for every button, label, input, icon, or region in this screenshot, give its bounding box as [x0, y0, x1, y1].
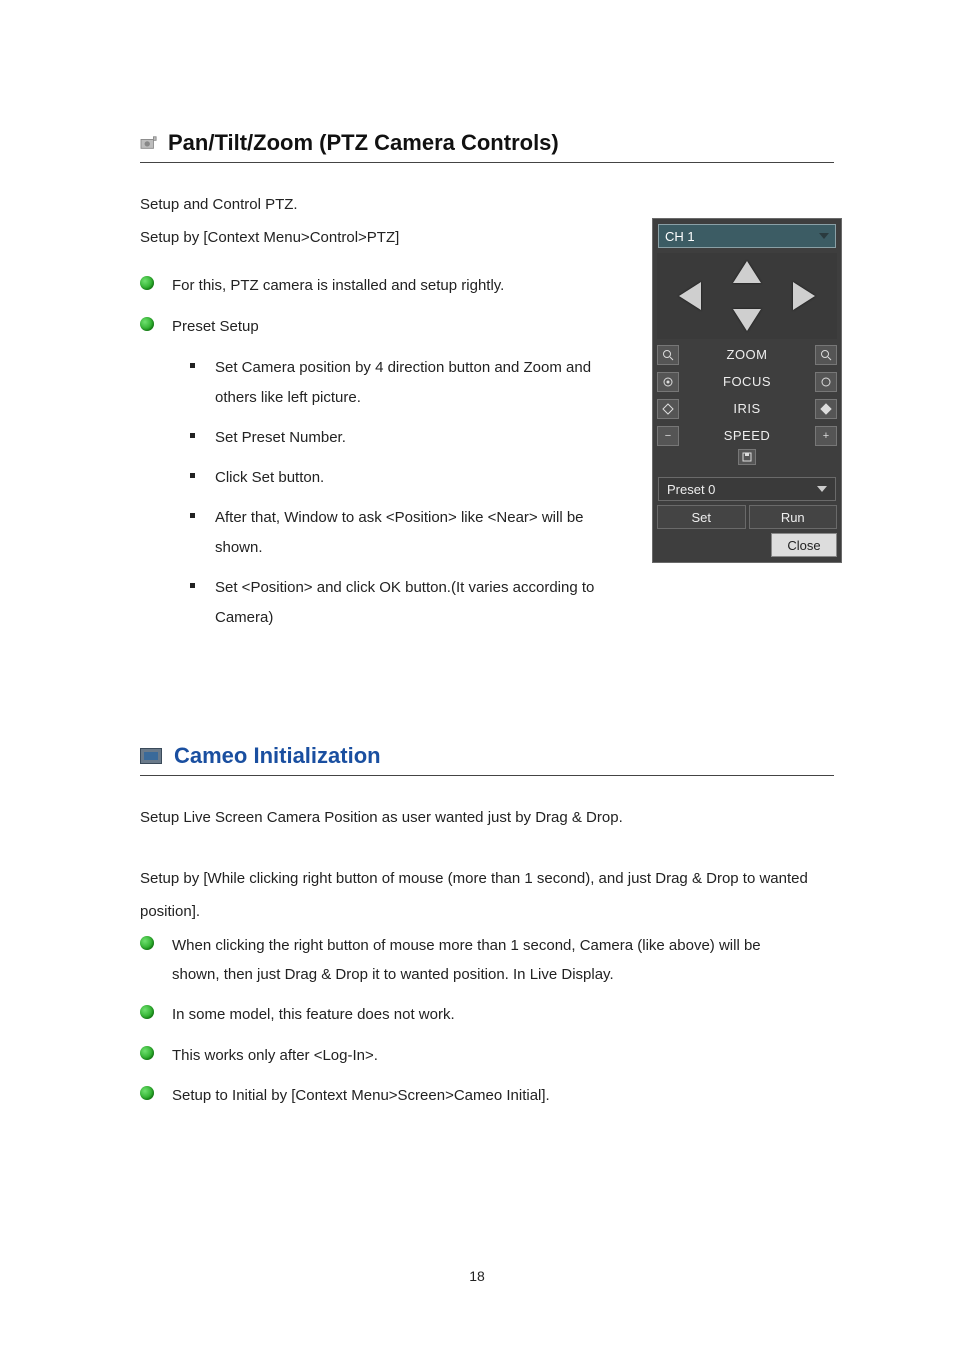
zoom-out-button[interactable] — [657, 345, 679, 365]
bullet-text: Setup to Initial by [Context Menu>Screen… — [172, 1082, 550, 1111]
arrow-up-button[interactable] — [733, 261, 761, 283]
arrow-left-button[interactable] — [679, 282, 701, 310]
sub-text: Click Set button. — [215, 463, 324, 493]
dot-icon — [190, 363, 195, 368]
dot-icon — [190, 433, 195, 438]
dot-icon — [190, 473, 195, 478]
section1-intro1: Setup and Control PTZ. — [140, 188, 834, 221]
sub-text: Set Camera position by 4 direction butto… — [215, 353, 605, 413]
green-bullet-icon — [140, 1086, 154, 1100]
focus-row: FOCUS — [657, 368, 837, 395]
zoom-label: ZOOM — [727, 347, 768, 362]
section1-title: Pan/Tilt/Zoom (PTZ Camera Controls) — [168, 130, 559, 156]
green-bullet-icon — [140, 1046, 154, 1060]
preset-select[interactable]: Preset 0 — [658, 477, 836, 501]
save-button[interactable] — [738, 449, 756, 465]
control-rows: ZOOM FOCUS IRIS − SPEED + — [657, 341, 837, 471]
arrow-down-button[interactable] — [733, 309, 761, 331]
bullet-text: For this, PTZ camera is installed and se… — [172, 272, 504, 301]
sub-text: After that, Window to ask <Position> lik… — [215, 503, 605, 563]
bullet-row: This works only after <Log-In>. — [140, 1042, 834, 1071]
focus-far-icon — [820, 376, 832, 388]
speed-up-button[interactable]: + — [815, 426, 837, 446]
section2-intro1: Setup Live Screen Camera Position as use… — [140, 801, 834, 834]
zoom-out-icon — [662, 349, 674, 361]
close-button[interactable]: Close — [771, 533, 837, 557]
green-bullet-icon — [140, 317, 154, 331]
section1-header: Pan/Tilt/Zoom (PTZ Camera Controls) — [140, 130, 834, 163]
zoom-in-icon — [820, 349, 832, 361]
speed-label: SPEED — [724, 428, 771, 443]
iris-open-icon — [820, 403, 832, 415]
iris-label: IRIS — [733, 401, 760, 416]
focus-label: FOCUS — [723, 374, 771, 389]
camera-icon — [140, 748, 162, 764]
zoom-in-button[interactable] — [815, 345, 837, 365]
section2-bullets: When clicking the right button of mouse … — [140, 932, 834, 1111]
bullet-text: Preset Setup — [172, 313, 259, 342]
close-row: Close — [657, 533, 837, 557]
bullet-text: In some model, this feature does not wor… — [172, 1001, 455, 1030]
channel-select[interactable]: CH 1 — [658, 224, 836, 248]
section2: Cameo Initialization Setup Live Screen C… — [140, 743, 834, 1111]
iris-row: IRIS — [657, 395, 837, 422]
sub-text: Set Preset Number. — [215, 423, 346, 453]
iris-close-button[interactable] — [657, 399, 679, 419]
bullet-row: Setup to Initial by [Context Menu>Screen… — [140, 1082, 834, 1111]
save-row — [657, 449, 837, 471]
bullet-row: In some model, this feature does not wor… — [140, 1001, 834, 1030]
sub-text: Set <Position> and click OK button.(It v… — [215, 573, 605, 633]
arrow-right-button[interactable] — [793, 282, 815, 310]
preset-value: Preset 0 — [667, 482, 715, 497]
speed-row: − SPEED + — [657, 422, 837, 449]
speed-down-button[interactable]: − — [657, 426, 679, 446]
run-button[interactable]: Run — [749, 505, 838, 529]
bullet-text: This works only after <Log-In>. — [172, 1042, 378, 1071]
focus-near-icon — [662, 376, 674, 388]
ptz-icon — [140, 135, 158, 151]
ptz-panel: CH 1 ZOOM FOCUS — [652, 218, 842, 563]
section2-header: Cameo Initialization — [140, 743, 834, 776]
page-number: 18 — [0, 1268, 954, 1284]
channel-value: CH 1 — [665, 229, 695, 244]
chevron-down-icon — [817, 486, 827, 492]
green-bullet-icon — [140, 276, 154, 290]
zoom-row: ZOOM — [657, 341, 837, 368]
iris-close-icon — [662, 403, 674, 415]
save-icon — [742, 452, 752, 462]
chevron-down-icon — [819, 233, 829, 239]
preset-buttons: Set Run — [657, 505, 837, 529]
green-bullet-icon — [140, 1005, 154, 1019]
focus-far-button[interactable] — [815, 372, 837, 392]
bullet-row: When clicking the right button of mouse … — [140, 932, 834, 989]
sub-row: Set <Position> and click OK button.(It v… — [190, 573, 834, 633]
set-button[interactable]: Set — [657, 505, 746, 529]
focus-near-button[interactable] — [657, 372, 679, 392]
bullet-text: When clicking the right button of mouse … — [172, 932, 812, 989]
section2-intro2: Setup by [While clicking right button of… — [140, 862, 834, 928]
section2-title: Cameo Initialization — [174, 743, 381, 769]
green-bullet-icon — [140, 936, 154, 950]
direction-pad — [657, 253, 837, 339]
dot-icon — [190, 513, 195, 518]
iris-open-button[interactable] — [815, 399, 837, 419]
dot-icon — [190, 583, 195, 588]
